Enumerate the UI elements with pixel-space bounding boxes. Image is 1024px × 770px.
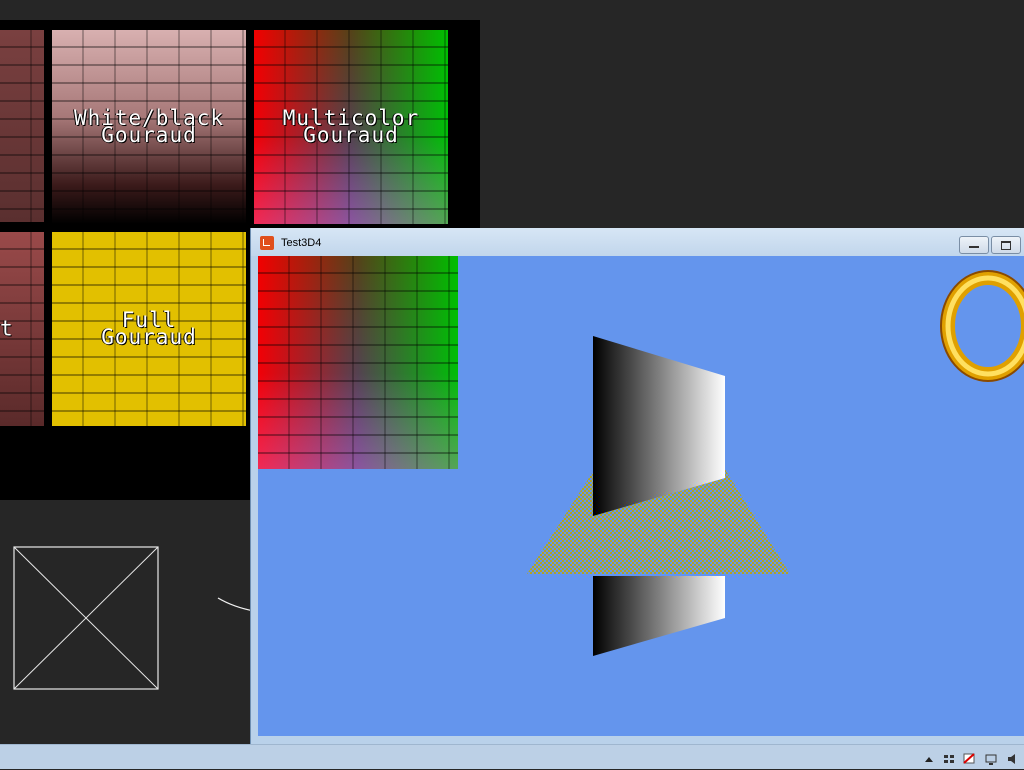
placeholder-image-icon <box>13 546 159 690</box>
tile-multicolor-gouraud: Multicolor Gouraud <box>254 30 448 224</box>
scene-3d <box>527 336 790 656</box>
window-title: Test3D4 <box>281 237 322 249</box>
volume-icon[interactable] <box>1006 751 1020 765</box>
tile-full-gouraud: Full Gouraud <box>52 232 246 426</box>
dropbox-icon[interactable] <box>942 751 956 765</box>
minimize-button[interactable] <box>959 236 989 254</box>
taskbar <box>0 744 1024 769</box>
tile-partial-bottom: t <box>0 232 44 426</box>
maximize-button[interactable] <box>991 236 1021 254</box>
tile-label: Multicolor Gouraud <box>282 106 420 147</box>
flag-icon[interactable] <box>962 751 976 765</box>
tile-label: Full Gouraud <box>101 308 197 349</box>
tray-arrow-icon[interactable] <box>922 751 936 765</box>
tile-label: t <box>0 316 14 341</box>
render-viewport[interactable] <box>258 256 1024 736</box>
tile-label: White/black Gouraud <box>73 106 225 147</box>
tile-partial-top <box>0 30 44 222</box>
network-icon[interactable] <box>984 751 998 765</box>
ring-sprite <box>940 270 1024 382</box>
app-window[interactable]: Test3D4 <box>250 228 1024 744</box>
app-icon <box>260 236 274 250</box>
tile-white-black-gouraud: White/black Gouraud <box>52 30 246 224</box>
title-bar[interactable]: Test3D4 <box>251 228 1024 256</box>
